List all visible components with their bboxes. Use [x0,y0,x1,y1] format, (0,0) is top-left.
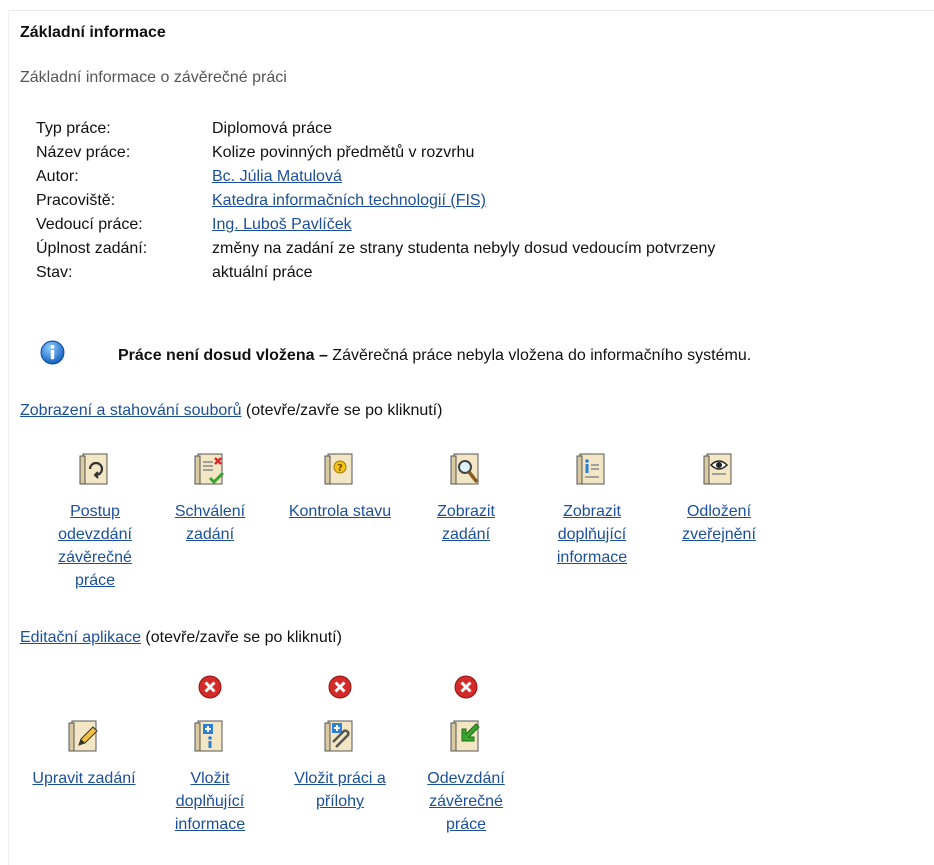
tile-label[interactable]: Postup odevzdání závěrečné práce [40,500,150,592]
tile-submit-thesis[interactable]: Odevzdání závěrečné práce [411,719,521,836]
notice-bold: Práce není dosud vložena – [118,347,328,364]
disabled-x-icon [198,675,222,699]
eye-doc-icon [703,453,732,485]
tile-submission-process[interactable]: Postup odevzdání závěrečné práce [40,452,150,592]
tile-label[interactable]: Zobrazit zadání [411,500,521,546]
svg-text:?: ? [337,463,343,474]
tile-label[interactable]: Upravit zadání [29,767,139,790]
approve-doc-icon [194,453,225,485]
info-key: Vedoucí práce: [36,216,143,233]
info-row-department: Pracoviště: Katedra informačních technol… [36,192,715,216]
notice-text: Práce není dosud vložena – Závěrečná prá… [118,347,751,365]
info-doc-icon [576,453,605,485]
tile-assignment-approval[interactable]: Schválení zadání [155,452,265,546]
page-title: Základní informace [20,24,166,41]
tile-publication-deferral[interactable]: Odložení zveřejnění [664,452,774,546]
tile-label[interactable]: Kontrola stavu [285,500,395,523]
files-section-note: (otevře/zavře se po kliknutí) [241,402,443,419]
info-row-type: Typ práce: Diplomová práce [36,120,715,144]
info-row-supervisor: Vedoucí práce: Ing. Luboš Pavlíček [36,216,715,240]
info-value: změny na zadání ze strany studenta nebyl… [212,240,716,257]
tile-show-assignment[interactable]: Zobrazit zadání [411,452,521,546]
files-section-toggle[interactable]: Zobrazení a stahování souborů [20,402,241,419]
tile-label[interactable]: Odevzdání závěrečné práce [411,767,521,836]
edit-doc-icon [68,720,98,752]
disabled-x-icon [454,675,478,699]
tile-label[interactable]: Zobrazit doplňující informace [537,500,647,569]
edit-section-toggle[interactable]: Editační aplikace [20,629,141,646]
info-value: Kolize povinných předmětů v rozvrhu [212,144,475,161]
department-link[interactable]: Katedra informačních technologií (FIS) [212,192,486,209]
tile-insert-thesis-attachments[interactable]: Vložit práci a přílohy [285,719,395,813]
add-info-doc-icon [194,720,223,752]
info-key: Název práce: [36,144,131,161]
page-subtitle: Základní informace o závěrečné práci [20,69,287,86]
info-row-completeness: Úplnost zadání: změny na zadání ze stran… [36,240,715,264]
tile-status-check[interactable]: ? Kontrola stavu [285,452,395,523]
notice-detail: Závěrečná práce nebyla vložena do inform… [327,347,752,364]
info-table: Typ práce: Diplomová práce Název práce: … [36,120,715,288]
info-icon [40,340,65,365]
info-row-title: Název práce: Kolize povinných předmětů v… [36,144,715,168]
supervisor-link[interactable]: Ing. Luboš Pavlíček [212,216,352,233]
tile-label[interactable]: Schválení zadání [155,500,265,546]
tile-insert-additional-info[interactable]: Vložit doplňující informace [155,719,265,836]
info-key: Autor: [36,168,79,185]
attach-doc-icon [324,720,353,752]
tile-label[interactable]: Odložení zveřejnění [664,500,774,546]
info-value: aktuální práce [212,264,313,281]
tile-edit-assignment[interactable]: Upravit zadání [29,719,139,790]
status-doc-icon: ? [324,453,353,485]
search-doc-icon [450,453,479,485]
author-link[interactable]: Bc. Júlia Matulová [212,168,342,185]
info-key: Pracoviště: [36,192,116,209]
edit-section-header: Editační aplikace (otevře/zavře se po kl… [20,629,342,647]
workflow-doc-icon [79,453,108,485]
info-key: Stav: [36,264,73,281]
info-value: Diplomová práce [212,120,333,137]
info-key: Úplnost zadání: [36,240,148,257]
info-key: Typ práce: [36,120,111,137]
submit-doc-icon [450,720,480,752]
edit-section-note: (otevře/zavře se po kliknutí) [140,629,342,646]
info-row-status: Stav: aktuální práce [36,264,715,288]
files-section-header: Zobrazení a stahování souborů (otevře/za… [20,402,442,420]
tile-show-additional-info[interactable]: Zobrazit doplňující informace [537,452,647,569]
tile-label[interactable]: Vložit práci a přílohy [285,767,395,813]
disabled-x-icon [328,675,352,699]
tile-label[interactable]: Vložit doplňující informace [155,767,265,836]
info-row-author: Autor: Bc. Júlia Matulová [36,168,715,192]
